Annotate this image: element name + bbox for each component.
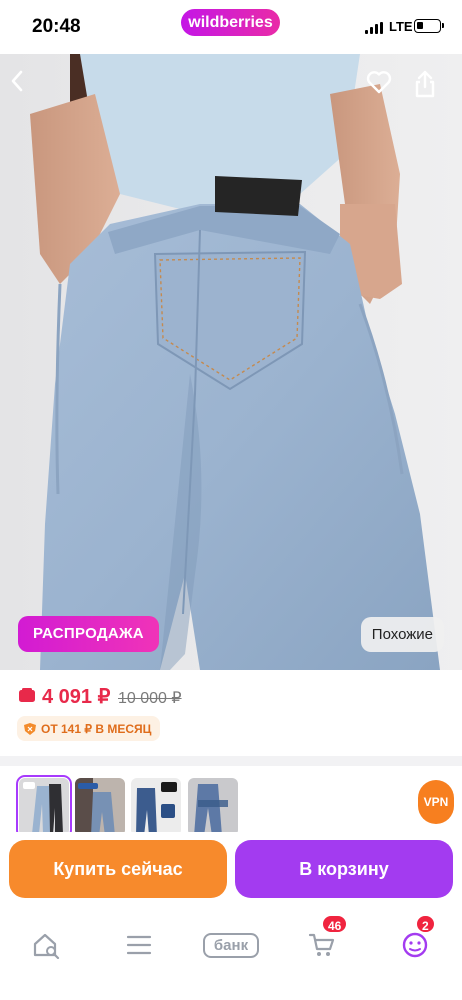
thumbnail-4[interactable] bbox=[188, 778, 238, 836]
similar-button[interactable]: Похожие bbox=[360, 617, 444, 652]
wallet-icon bbox=[19, 688, 35, 702]
vpn-button[interactable]: VPN bbox=[418, 780, 454, 824]
profile-icon bbox=[402, 932, 428, 958]
product-image[interactable]: РАСПРОДАЖА Похожие bbox=[0, 54, 462, 670]
profile-notification-badge: 2 bbox=[415, 914, 436, 934]
jeans-photo bbox=[0, 54, 462, 670]
current-price: 4 091 ₽ bbox=[42, 686, 111, 708]
tab-cart[interactable]: 46 bbox=[297, 914, 349, 970]
product-page: 20:48 wildberries LTE РАСПРОДАЖА Похожие… bbox=[0, 0, 462, 1000]
bank-label: банк bbox=[203, 932, 259, 958]
thumbnail-1[interactable] bbox=[16, 775, 72, 839]
signal-icon bbox=[365, 22, 383, 34]
home-search-icon bbox=[33, 933, 60, 959]
status-bar: 20:48 wildberries LTE bbox=[0, 0, 462, 54]
tab-bank[interactable]: банк bbox=[203, 920, 259, 970]
section-divider bbox=[0, 756, 462, 766]
battery-icon bbox=[414, 19, 444, 33]
back-icon[interactable] bbox=[10, 70, 46, 106]
thumbnail-2[interactable] bbox=[75, 778, 125, 836]
buy-now-button[interactable]: Купить сейчас bbox=[9, 840, 227, 898]
tab-profile[interactable]: 2 bbox=[390, 914, 440, 970]
cart-icon bbox=[308, 933, 335, 956]
add-to-cart-button[interactable]: В корзину bbox=[235, 840, 453, 898]
favorite-heart-icon[interactable] bbox=[366, 70, 402, 106]
installment-shield-icon bbox=[24, 722, 36, 735]
tab-catalog[interactable] bbox=[114, 920, 164, 970]
old-price: 10 000 ₽ bbox=[118, 690, 182, 707]
installment-text: ОТ 141 ₽ В МЕСЯЦ bbox=[41, 721, 152, 736]
tab-home[interactable] bbox=[21, 920, 71, 970]
installment-badge[interactable]: ОТ 141 ₽ В МЕСЯЦ bbox=[17, 716, 161, 741]
thumbnail-3[interactable] bbox=[131, 778, 181, 836]
purchase-actions: Купить сейчас В корзину bbox=[0, 832, 462, 910]
status-time: 20:48 bbox=[32, 16, 81, 37]
cart-count-badge: 46 bbox=[321, 914, 349, 934]
menu-icon bbox=[126, 935, 152, 955]
sale-badge: РАСПРОДАЖА bbox=[18, 616, 159, 652]
thumbnail-strip bbox=[0, 766, 462, 840]
price-block: 4 091 ₽ 10 000 ₽ ОТ 141 ₽ В МЕСЯЦ bbox=[0, 670, 462, 756]
share-icon[interactable] bbox=[414, 70, 450, 106]
bottom-tab-bar: банк 46 2 bbox=[0, 910, 462, 1000]
brand-logo[interactable]: wildberries bbox=[181, 9, 280, 36]
network-label: LTE bbox=[389, 19, 413, 34]
